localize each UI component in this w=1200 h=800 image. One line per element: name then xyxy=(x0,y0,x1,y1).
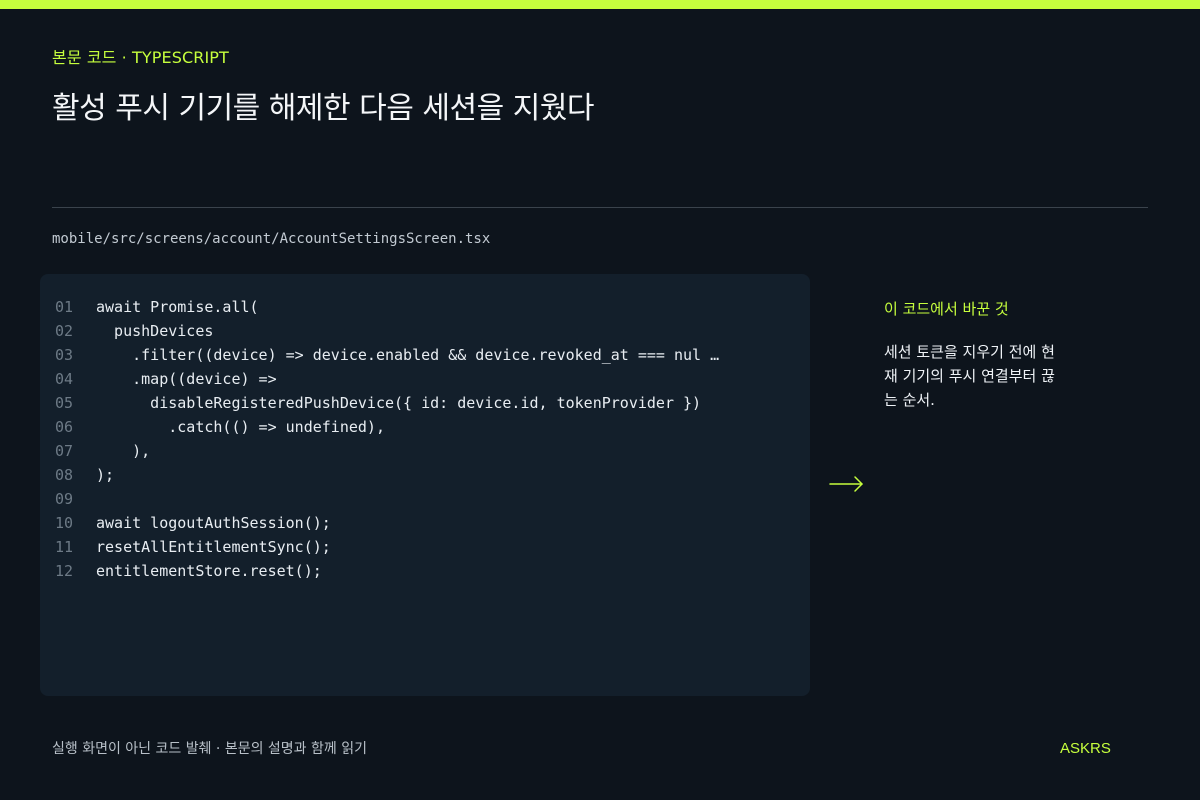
line-number: 05 xyxy=(55,394,74,412)
line-code: disableRegisteredPushDevice({ id: device… xyxy=(96,394,702,412)
line-code: resetAllEntitlementSync(); xyxy=(96,538,331,556)
brand-logo-text: ASKRS xyxy=(1060,740,1111,757)
line-number: 12 xyxy=(55,562,74,580)
annotation-line: 세션 토큰을 지우기 전에 현 xyxy=(884,343,1055,361)
code-line: 07 ), xyxy=(40,439,810,463)
accent-top-bar xyxy=(0,0,1200,9)
line-code: ), xyxy=(96,442,151,460)
code-line: 04 .map((device) => xyxy=(40,367,810,391)
code-line: 05 disableRegisteredPushDevice({ id: dev… xyxy=(40,391,810,415)
annotation-line: 재 기기의 푸시 연결부터 끊 xyxy=(884,367,1055,385)
line-number: 11 xyxy=(55,538,74,556)
line-code: await Promise.all( xyxy=(96,298,259,316)
line-code: .map((device) => xyxy=(96,370,277,388)
code-line: 01 await Promise.all( xyxy=(40,295,810,319)
code-line: 11 resetAllEntitlementSync(); xyxy=(40,535,810,559)
line-number: 08 xyxy=(55,466,74,484)
line-code: .catch(() => undefined), xyxy=(96,418,385,436)
annotation-title: 이 코드에서 바꾼 것 xyxy=(884,300,1009,318)
annotation-body: 세션 토큰을 지우기 전에 현 재 기기의 푸시 연결부터 끊 는 순서. xyxy=(884,340,1084,412)
code-lines: 01 await Promise.all( 02 pushDevices 03 .… xyxy=(40,295,810,583)
line-number: 03 xyxy=(55,346,74,364)
code-panel: 01 await Promise.all( 02 pushDevices 03 .… xyxy=(40,274,810,696)
file-path: mobile/src/screens/account/AccountSettin… xyxy=(52,231,491,247)
line-number: 04 xyxy=(55,370,74,388)
line-number: 06 xyxy=(55,418,74,436)
line-code: pushDevices xyxy=(96,322,214,340)
section-eyebrow: 본문 코드 · TYPESCRIPT xyxy=(52,48,229,67)
line-number: 02 xyxy=(55,322,74,340)
code-line: 12 entitlementStore.reset(); xyxy=(40,559,810,583)
code-line: 08); xyxy=(40,463,810,487)
header-divider xyxy=(52,207,1148,208)
line-code: await logoutAuthSession(); xyxy=(96,514,331,532)
code-line: 02 pushDevices xyxy=(40,319,810,343)
line-number: 01 xyxy=(55,298,74,316)
code-line: 03 .filter((device) => device.enabled &&… xyxy=(40,343,810,367)
code-line: 10 await logoutAuthSession(); xyxy=(40,511,810,535)
line-number: 07 xyxy=(55,442,74,460)
footer-note: 실행 화면이 아닌 코드 발췌 · 본문의 설명과 함께 읽기 xyxy=(52,741,367,757)
page-title: 활성 푸시 기기를 해제한 다음 세션을 지웠다 xyxy=(52,91,595,126)
line-code: entitlementStore.reset(); xyxy=(96,562,322,580)
line-number: 10 xyxy=(55,514,74,532)
annotation-line: 는 순서. xyxy=(884,391,935,409)
line-code: .filter((device) => device.enabled && de… xyxy=(96,346,720,364)
arrow-right-icon xyxy=(829,476,863,492)
line-number: 09 xyxy=(55,490,74,508)
code-line: 09 xyxy=(40,487,810,511)
line-code: ); xyxy=(96,466,115,484)
code-line: 06 .catch(() => undefined), xyxy=(40,415,810,439)
